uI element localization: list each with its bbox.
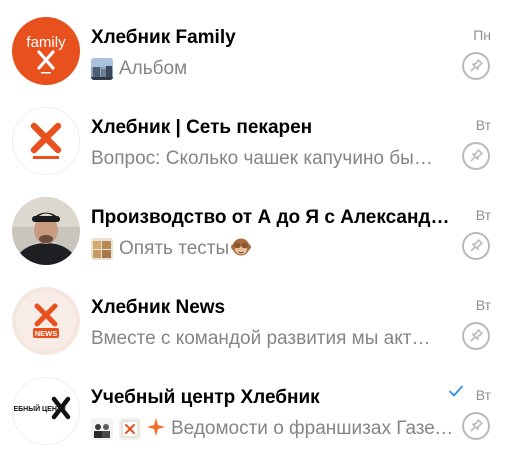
avatar: NEWS [12, 287, 80, 355]
chat-title: Учебный центр Хлебник [91, 387, 320, 408]
preview-text: Альбом [119, 58, 188, 79]
chat-item-khlebnik-bakery-chain[interactable]: Хлебник | Сеть пекарен Вопрос: Сколько ч… [0, 90, 509, 180]
chat-title: Хлебник Family [91, 27, 236, 48]
pin-button[interactable] [462, 142, 490, 170]
pin-icon [470, 59, 483, 72]
avatar-text: family [26, 34, 66, 51]
chat-preview: Ведомости о франшизах Газет… [91, 416, 457, 442]
read-check-icon [448, 384, 464, 403]
chat-item-training-center[interactable]: УЧЕБНЫЙ ЦЕНТР Учебный центр Хлебник [0, 360, 509, 450]
chat-time: Вт [475, 207, 491, 223]
chat-preview: Вопрос: Сколько чашек капучино бы… [91, 146, 457, 172]
chat-title: Хлебник | Сеть пекарен [91, 117, 313, 138]
chat-list: family Хлебник Family Альбом Пн Хлебник … [0, 0, 509, 461]
chat-preview: Опять тесты [91, 236, 457, 262]
sparkle-icon [147, 417, 165, 441]
pin-icon [470, 419, 483, 432]
avatar [12, 107, 80, 175]
pin-button[interactable] [462, 52, 490, 80]
pin-button[interactable] [462, 412, 490, 440]
chat-title: Хлебник News [91, 297, 226, 318]
see-no-evil-monkey-icon [230, 236, 252, 262]
preview-text: Вопрос: Сколько чашек капучино бы… [91, 148, 433, 169]
chat-title: Производство от А до Я с Александр… [91, 207, 459, 228]
chat-preview: Альбом [91, 56, 457, 82]
chat-item-khlebnik-family[interactable]: family Хлебник Family Альбом Пн [0, 0, 509, 90]
avatar-text: NEWS [35, 329, 58, 338]
pin-button[interactable] [462, 232, 490, 260]
chat-item-khlebnik-news[interactable]: NEWS Хлебник News Вместе с командой разв… [0, 270, 509, 360]
chat-time: Вт [475, 297, 491, 313]
avatar [12, 197, 80, 265]
chat-time: Вт [475, 387, 491, 403]
pin-icon [470, 239, 483, 252]
preview-text: Опять тесты [119, 238, 230, 259]
media-thumbnail [119, 418, 141, 440]
media-thumbnail [91, 238, 113, 260]
preview-text: Ведомости о франшизах Газет… [171, 418, 457, 439]
album-thumbnail [91, 58, 113, 80]
chat-time: Вт [475, 117, 491, 133]
avatar: family [12, 17, 80, 85]
chat-time: Пн [473, 27, 491, 43]
pin-icon [470, 149, 483, 162]
preview-text: Вместе с командой развития мы акт… [91, 328, 431, 349]
media-thumbnail [91, 418, 113, 440]
pin-icon [470, 329, 483, 342]
pin-button[interactable] [462, 322, 490, 350]
chat-item-production-a-to-z[interactable]: Производство от А до Я с Александр… Опят… [0, 180, 509, 270]
avatar: УЧЕБНЫЙ ЦЕНТР [12, 377, 80, 445]
chat-preview: Вместе с командой развития мы акт… [91, 326, 457, 352]
